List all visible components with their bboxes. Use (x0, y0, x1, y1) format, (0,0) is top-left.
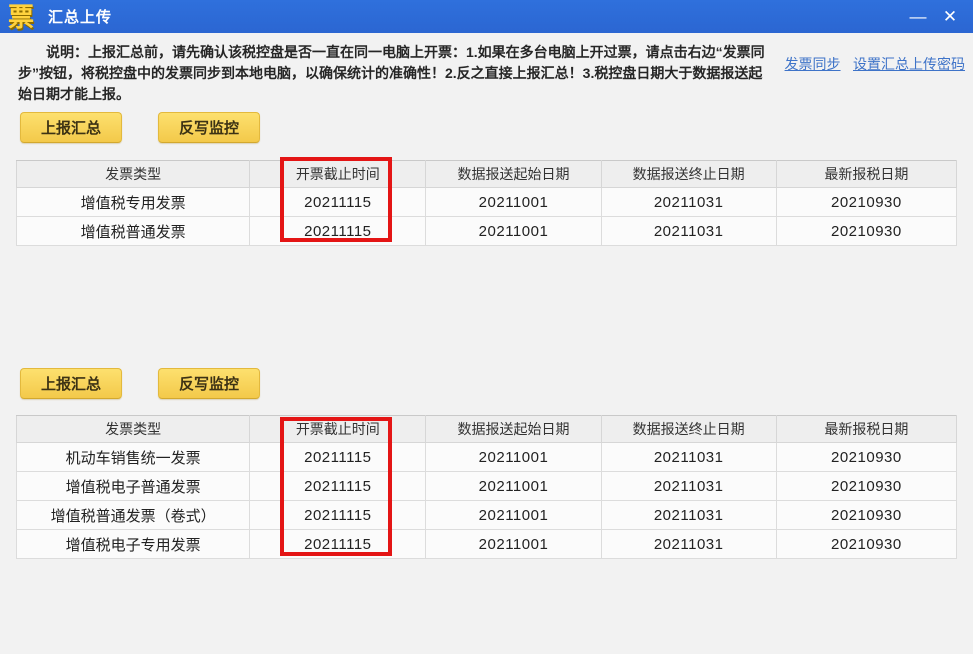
billing-deadline-cell: 20211115 (249, 216, 427, 246)
table-row: 增值税普通发票（卷式） 20211115 20211001 20211031 2… (15, 500, 958, 530)
invoice-table-2: 发票类型 开票截止时间 数据报送起始日期 数据报送终止日期 最新报税日期 机动车… (15, 415, 958, 559)
report-end-date-cell: 20211031 (600, 216, 777, 246)
window-title: 汇总上传 (48, 9, 113, 26)
instructions-line-2: 步”按钮，将税控盘中的发票同步到本地电脑，以确保统计的准确性！2.反之直接上报汇… (18, 65, 763, 81)
quick-links: 发票同步 设置汇总上传密码 (777, 54, 965, 74)
column-header: 开票截止时间 (249, 160, 427, 188)
instructions-line-3: 始日期才能上报。 (18, 86, 130, 102)
billing-deadline-cell: 20211115 (249, 471, 427, 501)
table-row: 机动车销售统一发票 20211115 20211001 20211031 202… (15, 442, 958, 472)
close-icon[interactable]: ✕ (937, 4, 963, 30)
link-set-summary-upload-password[interactable]: 设置汇总上传密码 (853, 56, 965, 72)
table-row: 增值税专用发票 20211115 20211001 20211031 20210… (15, 187, 958, 217)
invoice-type-cell: 机动车销售统一发票 (15, 442, 251, 472)
invoice-type-cell: 增值税普通发票 (15, 216, 251, 246)
invoice-type-cell: 增值税普通发票（卷式） (15, 500, 251, 530)
title-bar: 票 汇总上传 — ✕ (0, 0, 973, 33)
invoice-type-cell: 增值税电子普通发票 (15, 471, 251, 501)
column-header: 数据报送终止日期 (600, 160, 777, 188)
latest-tax-date-cell: 20210930 (775, 187, 958, 217)
latest-tax-date-cell: 20210930 (775, 471, 958, 501)
link-invoice-sync[interactable]: 发票同步 (785, 56, 841, 72)
report-start-date-cell: 20211001 (425, 500, 602, 530)
report-start-date-cell: 20211001 (425, 471, 602, 501)
app-logo-icon: 票 (8, 1, 35, 32)
billing-deadline-cell: 20211115 (249, 187, 427, 217)
column-header: 数据报送终止日期 (600, 415, 777, 443)
column-header: 最新报税日期 (775, 160, 958, 188)
invoice-type-cell: 增值税专用发票 (15, 187, 251, 217)
column-header: 最新报税日期 (775, 415, 958, 443)
report-end-date-cell: 20211031 (600, 442, 777, 472)
billing-deadline-cell: 20211115 (249, 442, 427, 472)
column-header: 开票截止时间 (249, 415, 427, 443)
report-start-date-cell: 20211001 (425, 442, 602, 472)
invoice-type-cell: 增值税电子专用发票 (15, 529, 251, 559)
invoice-table-1: 发票类型 开票截止时间 数据报送起始日期 数据报送终止日期 最新报税日期 增值税… (15, 157, 958, 246)
billing-deadline-cell: 20211115 (249, 500, 427, 530)
table-row: 增值税电子专用发票 20211115 20211001 20211031 202… (15, 529, 958, 559)
latest-tax-date-cell: 20210930 (775, 216, 958, 246)
column-header: 发票类型 (15, 415, 251, 443)
app-window: 票 汇总上传 — ✕ 发票同步 设置汇总上传密码 说明：上报汇总前，请先确认该税… (0, 0, 973, 654)
action-buttons-bottom: 上报汇总 反写监控 (20, 368, 973, 399)
report-summary-button-bottom[interactable]: 上报汇总 (20, 368, 123, 399)
report-end-date-cell: 20211031 (600, 187, 777, 217)
action-buttons-top: 上报汇总 反写监控 (20, 112, 973, 143)
report-end-date-cell: 20211031 (600, 500, 777, 530)
report-start-date-cell: 20211001 (425, 187, 602, 217)
table-1-header-row: 发票类型 开票截止时间 数据报送起始日期 数据报送终止日期 最新报税日期 (15, 160, 958, 188)
table-2-header-row: 发票类型 开票截止时间 数据报送起始日期 数据报送终止日期 最新报税日期 (15, 415, 958, 443)
report-end-date-cell: 20211031 (600, 529, 777, 559)
latest-tax-date-cell: 20210930 (775, 442, 958, 472)
report-start-date-cell: 20211001 (425, 529, 602, 559)
writeback-monitor-button-bottom[interactable]: 反写监控 (158, 368, 261, 399)
window-controls: — ✕ (905, 4, 973, 30)
column-header: 数据报送起始日期 (425, 160, 602, 188)
minimize-icon[interactable]: — (905, 4, 931, 30)
billing-deadline-cell: 20211115 (249, 529, 427, 559)
table-row: 增值税普通发票 20211115 20211001 20211031 20210… (15, 216, 958, 246)
latest-tax-date-cell: 20210930 (775, 500, 958, 530)
latest-tax-date-cell: 20210930 (775, 529, 958, 559)
writeback-monitor-button-top[interactable]: 反写监控 (158, 112, 261, 143)
column-header: 数据报送起始日期 (425, 415, 602, 443)
report-summary-button-top[interactable]: 上报汇总 (20, 112, 123, 143)
report-end-date-cell: 20211031 (600, 471, 777, 501)
report-start-date-cell: 20211001 (425, 216, 602, 246)
column-header: 发票类型 (15, 160, 251, 188)
instructions-line-1: 说明：上报汇总前，请先确认该税控盘是否一直在同一电脑上开票：1.如果在多台电脑上… (46, 44, 765, 60)
table-row: 增值税电子普通发票 20211115 20211001 20211031 202… (15, 471, 958, 501)
